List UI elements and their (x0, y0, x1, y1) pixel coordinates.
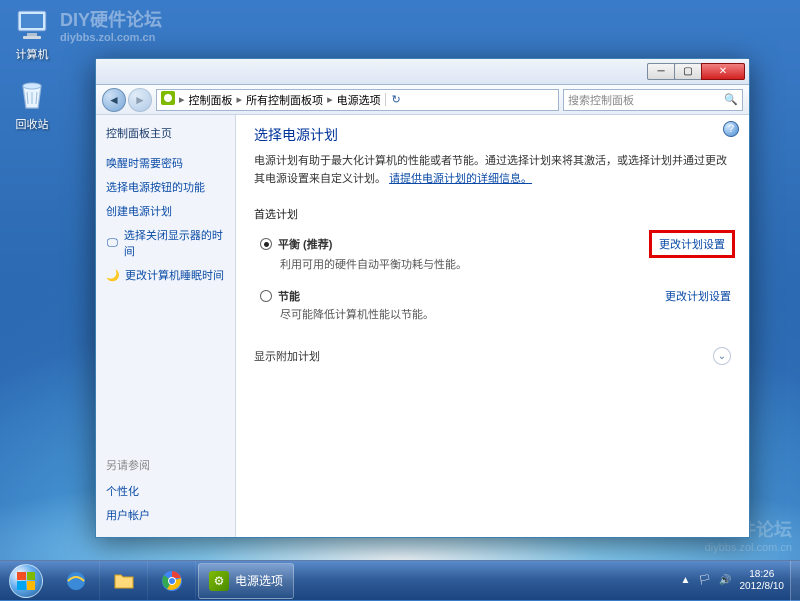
start-button[interactable] (0, 561, 52, 601)
address-bar[interactable]: ▸ 控制面板 ▸ 所有控制面板项 ▸ 电源选项 ↻ (156, 89, 559, 111)
desktop-icons: 计算机 回收站 (6, 6, 58, 132)
breadcrumb-item[interactable]: 所有控制面板项 (246, 92, 323, 108)
search-placeholder: 搜索控制面板 (568, 92, 634, 108)
page-title: 选择电源计划 (254, 125, 731, 145)
see-also-label: 另请参阅 (106, 457, 225, 473)
help-icon[interactable]: ? (723, 121, 739, 137)
chevron-down-icon: ⌄ (713, 347, 731, 365)
sidebar-home-link[interactable]: 控制面板主页 (106, 125, 225, 141)
ie-icon (64, 569, 88, 593)
titlebar[interactable]: ─ ▢ ✕ (96, 59, 749, 85)
taskbar-pin-explorer[interactable] (100, 561, 148, 600)
page-description: 电源计划有助于最大化计算机的性能或者节能。通过选择计划来将其激活，或选择计划并通… (254, 153, 731, 188)
plan-power-saver: 节能 更改计划设置 尽可能降低计算机性能以节能。 (254, 282, 731, 332)
breadcrumb-item[interactable]: 电源选项 (337, 92, 381, 108)
navbar: ◄ ► ▸ 控制面板 ▸ 所有控制面板项 ▸ 电源选项 ↻ 搜索控制面板 🔍 (96, 85, 749, 115)
nav-back-button[interactable]: ◄ (102, 88, 126, 112)
breadcrumb-item[interactable]: 控制面板 (189, 92, 233, 108)
control-panel-icon (161, 91, 175, 108)
icon-label: 回收站 (16, 119, 49, 131)
sidebar-link-wake-password[interactable]: 唤醒时需要密码 (106, 155, 225, 171)
plan-name: 平衡 (推荐) (278, 236, 332, 252)
taskbar-task-power-options[interactable]: ⚙ 电源选项 (198, 563, 294, 599)
change-plan-settings-link[interactable]: 更改计划设置 (665, 288, 731, 304)
search-icon: 🔍 (724, 93, 738, 106)
sidebar: 控制面板主页 唤醒时需要密码 选择电源按钮的功能 创建电源计划 🖵 选择关闭显示… (96, 115, 236, 537)
desktop-icon-computer[interactable]: 计算机 (6, 6, 58, 62)
maximize-button[interactable]: ▢ (674, 63, 702, 80)
tray-clock[interactable]: 18:26 2012/8/10 (740, 569, 785, 593)
taskbar-pin-chrome[interactable] (148, 561, 196, 600)
sidebar-link-user-accounts[interactable]: 用户帐户 (106, 507, 225, 523)
plan-balanced: 平衡 (推荐) 更改计划设置 利用可用的硬件自动平衡功耗与性能。 (254, 228, 731, 282)
monitor-icon: 🖵 (106, 236, 119, 250)
plan-description: 利用可用的硬件自动平衡功耗与性能。 (280, 256, 731, 272)
task-label: 电源选项 (235, 572, 283, 589)
plan-name: 节能 (278, 288, 300, 304)
sidebar-link-display-off[interactable]: 🖵 选择关闭显示器的时间 (106, 227, 225, 259)
moon-icon: 🌙 (106, 268, 120, 282)
close-button[interactable]: ✕ (701, 63, 745, 80)
control-panel-window: ─ ▢ ✕ ◄ ► ▸ 控制面板 ▸ 所有控制面板项 ▸ 电源选项 ↻ 搜索控制… (95, 58, 750, 538)
tray-flag-icon[interactable]: 🏳 (698, 575, 711, 586)
show-additional-plans[interactable]: 显示附加计划 ⌄ (254, 346, 731, 365)
content-pane: ? 选择电源计划 电源计划有助于最大化计算机的性能或者节能。通过选择计划来将其激… (236, 115, 749, 537)
change-plan-settings-link[interactable]: 更改计划设置 (653, 234, 731, 254)
plan-radio-power-saver[interactable] (260, 290, 272, 302)
sidebar-link-personalization[interactable]: 个性化 (106, 483, 225, 499)
recycle-bin-icon (13, 76, 51, 114)
sidebar-link-create-plan[interactable]: 创建电源计划 (106, 203, 225, 219)
taskbar: ⚙ 电源选项 ▲ 🏳 🔊 18:26 2012/8/10 (0, 560, 800, 600)
taskbar-pin-ie[interactable] (52, 561, 100, 600)
system-tray: ▲ 🏳 🔊 18:26 2012/8/10 (674, 569, 790, 593)
tray-volume-icon[interactable]: 🔊 (719, 575, 731, 586)
preferred-plans-label: 首选计划 (254, 206, 731, 222)
show-desktop-button[interactable] (790, 561, 800, 601)
icon-label: 计算机 (16, 49, 49, 61)
plan-description: 尽可能降低计算机性能以节能。 (280, 306, 731, 322)
tray-show-hidden-icon[interactable]: ▲ (680, 575, 690, 586)
chrome-icon (161, 570, 183, 592)
windows-orb-icon (9, 564, 43, 598)
sidebar-link-sleep-time[interactable]: 🌙 更改计算机睡眠时间 (106, 267, 225, 283)
more-info-link[interactable]: 请提供电源计划的详细信息。 (389, 173, 532, 185)
plan-radio-balanced[interactable] (260, 238, 272, 250)
minimize-button[interactable]: ─ (647, 63, 675, 80)
sidebar-link-power-button[interactable]: 选择电源按钮的功能 (106, 179, 225, 195)
power-options-icon: ⚙ (209, 571, 229, 591)
nav-forward-button[interactable]: ► (128, 88, 152, 112)
folder-icon (112, 569, 136, 593)
refresh-button[interactable]: ↻ (385, 93, 407, 106)
search-box[interactable]: 搜索控制面板 🔍 (563, 89, 743, 111)
desktop-icon-recycle-bin[interactable]: 回收站 (6, 76, 58, 132)
computer-icon (13, 6, 51, 44)
